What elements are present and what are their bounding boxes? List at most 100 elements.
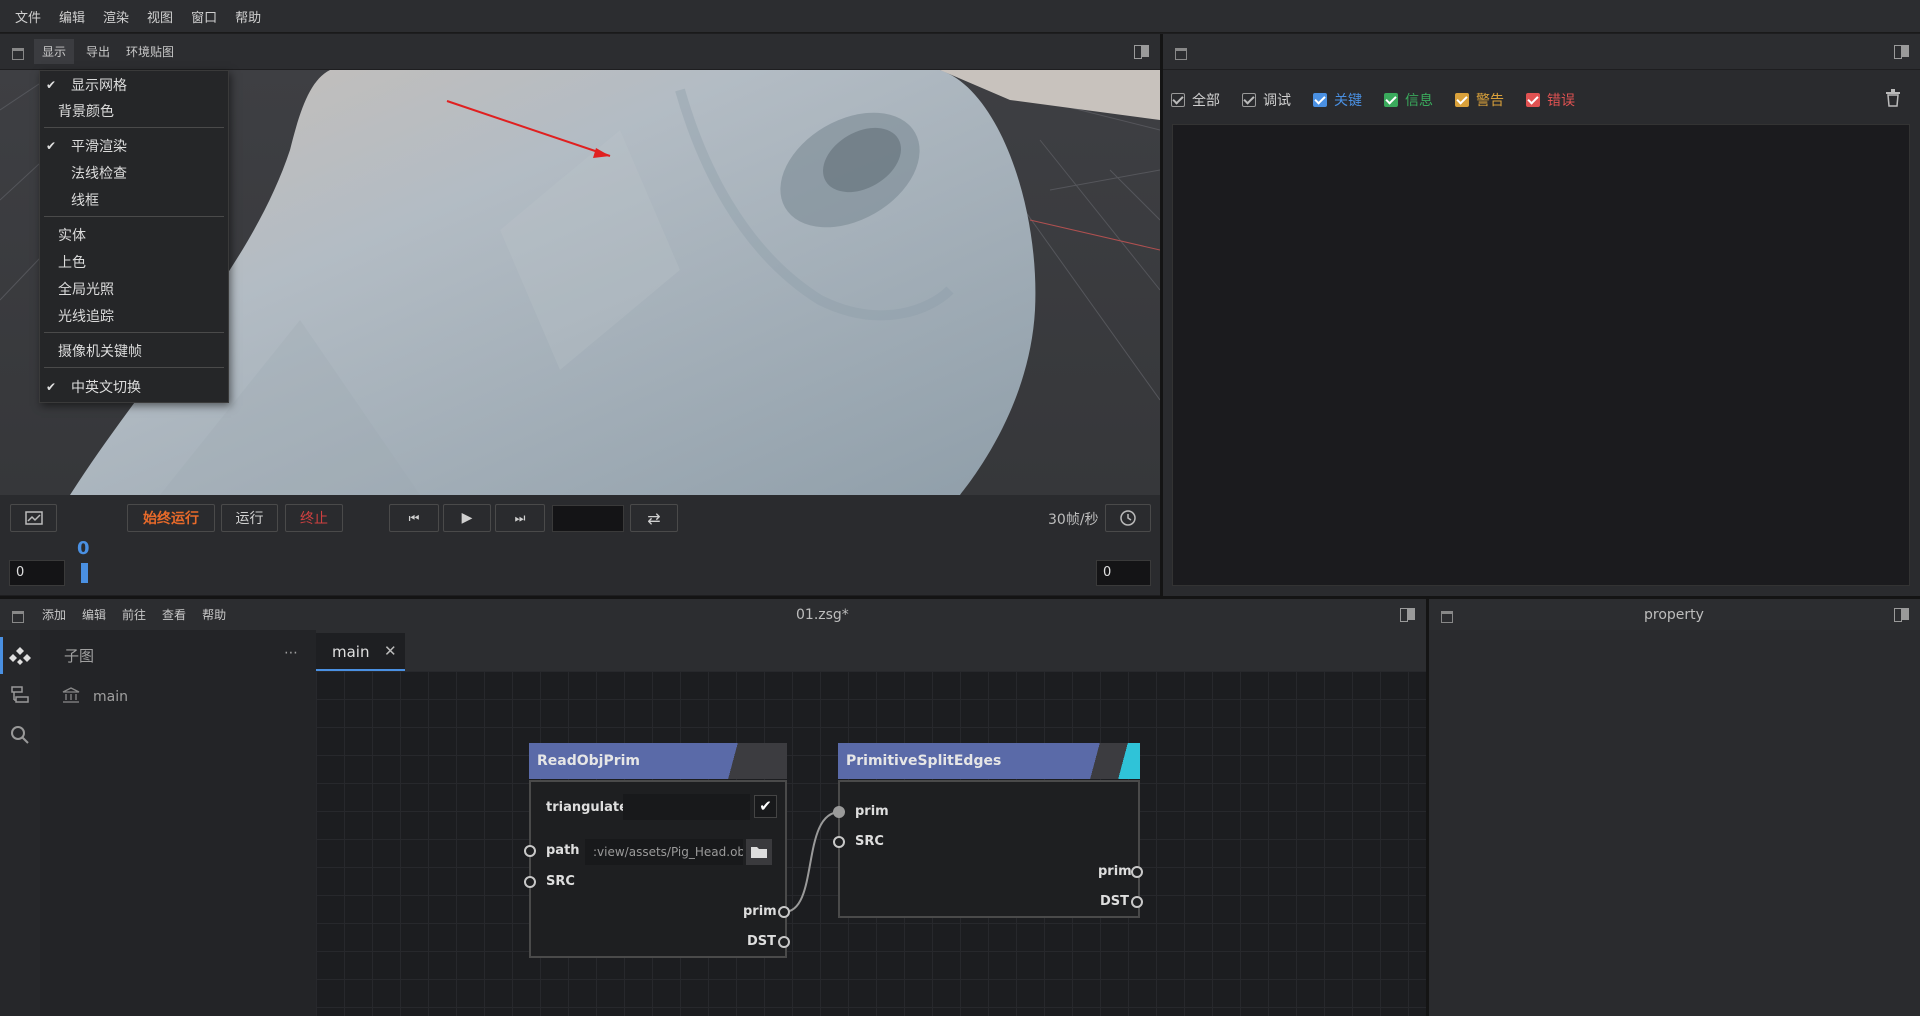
run-always-button[interactable]: 始终运行 [127,504,215,532]
graph-menu-edit[interactable]: 编辑 [74,602,114,627]
subgraph-tab-active-indicator [0,637,3,674]
menu-item-show-grid[interactable]: ✔ 显示网格 [40,72,228,98]
menu-help[interactable]: 帮助 [226,7,270,26]
menu-item-wireframe[interactable]: 线框 [40,187,228,213]
hierarchy-icon[interactable] [10,685,30,705]
trash-icon[interactable] [1885,89,1901,107]
split-view-icon[interactable] [1894,43,1910,59]
search-icon[interactable] [10,725,30,745]
socket-src-in[interactable] [833,836,845,848]
input-prim-label: prim [855,804,889,819]
node-primitivesplitedges[interactable] [838,780,1140,918]
menu-item-solid[interactable]: 实体 [40,222,228,248]
subgraph-item-main[interactable]: main [93,689,128,705]
log-output-area[interactable] [1172,124,1910,586]
end-frame-input[interactable]: 0 [1096,560,1151,586]
socket-dst-out[interactable] [778,936,790,948]
socket-src-in[interactable] [524,876,536,888]
dock-icon[interactable] [1439,609,1453,623]
stop-button[interactable]: 终止 [285,504,343,532]
triangulate-checkbox[interactable]: ✔ [754,795,777,818]
dock-icon[interactable] [1173,46,1187,60]
checkbox[interactable] [1171,93,1185,107]
split-view-icon[interactable] [1400,606,1416,622]
output-dst-label: DST [747,934,777,949]
play-button[interactable]: ▶ [443,504,491,532]
menu-window[interactable]: 窗口 [182,7,226,26]
close-icon[interactable]: ✕ [384,642,397,660]
socket-prim-out[interactable] [778,906,790,918]
socket-dst-out[interactable] [1131,896,1143,908]
path-input[interactable]: :view/assets/Pig_Head.obj [585,839,743,865]
play-icon: ▶ [461,510,473,526]
socket-prim-in[interactable] [833,806,845,818]
filter-warning[interactable]: 警告 [1455,90,1504,110]
loop-icon: ⇄ [647,508,661,528]
socket-path-in[interactable] [524,845,536,857]
clock-icon [1120,510,1136,526]
filter-info[interactable]: 信息 [1384,90,1433,110]
output-prim-label: prim [743,904,777,919]
menu-view[interactable]: 视图 [138,7,182,26]
menu-item-normal-check[interactable]: 法线检查 [40,160,228,186]
menu-render[interactable]: 渲染 [94,7,138,26]
graph-menu-goto[interactable]: 前往 [114,602,154,627]
menu-item-shading[interactable]: 上色 [40,249,228,275]
filter-critical[interactable]: 关键 [1313,90,1362,110]
folder-icon [751,847,767,858]
menu-item-bg-color[interactable]: 背景颜色 [40,98,228,124]
filter-all[interactable]: 全部 [1171,90,1220,110]
checkbox[interactable] [1526,93,1540,107]
check-icon: ✔ [46,380,57,394]
menu-item-language-toggle[interactable]: ✔ 中英文切换 [40,374,228,400]
viewport-menu-envmap[interactable]: 环境贴图 [118,39,182,64]
menu-item-gi[interactable]: 全局光照 [40,276,228,302]
run-button[interactable]: 运行 [221,504,278,532]
clock-button[interactable] [1105,504,1151,532]
split-view-icon[interactable] [1134,43,1150,59]
check-icon: ✔ [46,78,57,92]
menu-item-raytracing[interactable]: 光线追踪 [40,303,228,329]
tab-main[interactable]: main ✕ [316,633,405,671]
node-primitivesplitedges-title[interactable]: PrimitiveSplitEdges [838,743,1140,779]
checkbox[interactable] [1455,93,1469,107]
log-panel-header [1163,34,1920,69]
filter-error[interactable]: 错误 [1526,90,1575,110]
folder-browse-button[interactable] [746,839,772,865]
menu-item-smooth-render[interactable]: ✔ 平滑渲染 [40,133,228,159]
input-src-label: SRC [546,874,575,889]
tab-main-label: main [332,643,370,661]
graph-menu-help[interactable]: 帮助 [194,602,234,627]
menu-item-camera-keyframe[interactable]: 摄像机关键帧 [40,338,228,364]
viewport-menu-display[interactable]: 显示 [34,39,75,64]
checkbox[interactable] [1384,93,1398,107]
menu-separator [44,367,224,368]
dock-icon[interactable] [10,46,24,60]
graph-menu-add[interactable]: 添加 [34,602,74,627]
node-readobjprim-title[interactable]: ReadObjPrim [529,743,787,779]
current-frame-label: 0 [77,538,90,559]
menu-edit[interactable]: 编辑 [50,7,94,26]
viewport-menu-export[interactable]: 导出 [78,39,118,64]
graph-view-button[interactable] [10,504,57,532]
graph-nodes-icon[interactable] [9,645,31,667]
subgraph-panel [40,630,316,1016]
checkbox[interactable] [1242,93,1256,107]
prev-frame-button[interactable]: ⏮ [389,504,439,532]
viewport-toolbar: 显示 导出 环境贴图 [0,34,1160,69]
socket-prim-out[interactable] [1131,866,1143,878]
frame-input[interactable] [552,505,624,532]
split-view-icon[interactable] [1894,606,1910,622]
subgraph-more-button[interactable]: ⋯ [284,645,299,661]
dock-icon[interactable] [10,609,24,623]
graph-tab-bar [316,630,1426,671]
menu-separator [44,216,224,217]
start-frame-input[interactable]: 0 [9,560,65,586]
loop-button[interactable]: ⇄ [630,504,678,532]
filter-debug[interactable]: 调试 [1242,90,1291,110]
next-frame-button[interactable]: ⏭ [495,504,545,532]
graph-menu-view[interactable]: 查看 [154,602,194,627]
timeline-cursor[interactable] [81,563,88,583]
checkbox[interactable] [1313,93,1327,107]
menu-file[interactable]: 文件 [6,7,50,26]
